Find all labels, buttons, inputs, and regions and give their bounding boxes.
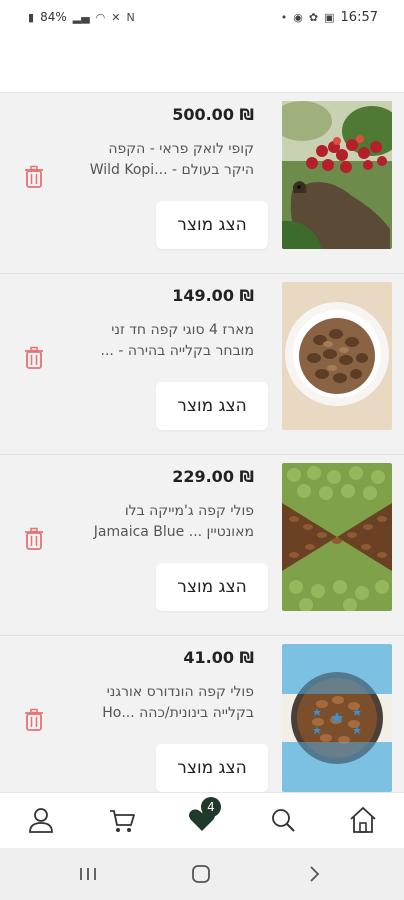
settings-icon: ✿ [308, 11, 319, 24]
recent-apps-icon[interactable] [76, 862, 100, 886]
show-product-button[interactable]: הצג מוצר [156, 201, 268, 249]
nfc-icon: N [126, 10, 135, 24]
user-icon[interactable] [26, 805, 56, 835]
product-card[interactable]: ₪ 41.00 פולי קפה הונדורס אורגני בקלייה ב… [0, 636, 404, 793]
product-title-line: בקלייה בינונית/כהה ...Ho [102, 705, 254, 721]
trash-icon[interactable] [24, 708, 44, 732]
show-product-button[interactable]: הצג מוצר [156, 563, 268, 611]
trash-icon[interactable] [24, 165, 44, 189]
product-title-line: פולי קפה ג'מייקה בלו [124, 503, 254, 519]
system-nav-bar [0, 848, 404, 900]
product-price: ₪ 500.00 [172, 105, 254, 124]
trash-icon[interactable] [24, 527, 44, 551]
mute-icon: ✕ [111, 10, 121, 24]
product-card[interactable]: ₪ 149.00 מארז 4 סוגי קפה חד זני מובחר בק… [0, 274, 404, 455]
wifi-icon: ◠ [95, 10, 106, 24]
status-bar: ▮ 84% ▂▄ ◠ ✕ N • ◉ ✿ ▣ 16:57 [0, 0, 404, 36]
signal-icon: ▂▄ [72, 10, 90, 24]
product-image-green-roasted-beans[interactable] [282, 463, 392, 611]
product-title-line: מובחר בקלייה בהירה - ... [100, 343, 254, 359]
show-product-button[interactable]: הצג מוצר [156, 744, 268, 792]
product-title-line: מארז 4 סוגי קפה חד זני [111, 322, 254, 338]
app-header [0, 36, 404, 92]
product-image-beans-bowl[interactable] [282, 282, 392, 430]
app-notification-icon: ◉ [293, 11, 303, 24]
show-product-button[interactable]: הצג מוצר [156, 382, 268, 430]
product-price: ₪ 41.00 [183, 648, 254, 667]
home-button-icon[interactable] [189, 862, 213, 886]
battery-level: 84% [40, 10, 67, 24]
back-icon[interactable] [302, 862, 326, 886]
product-title-line: קופי לואק פראי - הקפה [108, 141, 254, 157]
product-card[interactable]: ₪ 500.00 קופי לואק פראי - הקפה היקר בעול… [0, 93, 404, 274]
product-title[interactable]: מארז 4 סוגי קפה חד זני מובחר בקלייה בהיר… [44, 320, 254, 362]
favorites-icon[interactable]: 4 [187, 797, 221, 835]
product-title-line: פולי קפה הונדורס אורגני [106, 684, 254, 700]
clock: 16:57 [340, 10, 378, 25]
dot-icon: • [280, 11, 288, 24]
bottom-nav: 4 [0, 792, 404, 849]
favorites-list[interactable]: ₪ 500.00 קופי לואק פראי - הקפה היקר בעול… [0, 92, 404, 793]
product-price: ₪ 149.00 [172, 286, 254, 305]
battery-icon: ▮ [28, 10, 35, 24]
product-title[interactable]: פולי קפה הונדורס אורגני בקלייה בינונית/כ… [44, 682, 254, 724]
product-title[interactable]: פולי קפה ג'מייקה בלו מאונטיין ... Jamaic… [44, 501, 254, 543]
product-title-line: היקר בעולם - ...Wild Kopi [89, 162, 254, 178]
product-image-honduras[interactable] [282, 644, 392, 792]
status-right: • ◉ ✿ ▣ 16:57 [281, 10, 378, 25]
cart-icon[interactable] [107, 805, 137, 835]
product-image-civet[interactable] [282, 101, 392, 249]
product-card[interactable]: ₪ 229.00 פולי קפה ג'מייקה בלו מאונטיין .… [0, 455, 404, 636]
status-left: ▮ 84% ▂▄ ◠ ✕ N [28, 10, 135, 24]
product-title-line: מאונטיין ... Jamaica Blue [93, 524, 254, 540]
product-price: ₪ 229.00 [172, 467, 254, 486]
home-icon[interactable] [348, 805, 378, 835]
image-notification-icon: ▣ [324, 11, 335, 24]
search-icon[interactable] [268, 805, 298, 835]
trash-icon[interactable] [24, 346, 44, 370]
product-title[interactable]: קופי לואק פראי - הקפה היקר בעולם - ...Wi… [44, 139, 254, 181]
favorites-badge: 4 [201, 797, 221, 817]
